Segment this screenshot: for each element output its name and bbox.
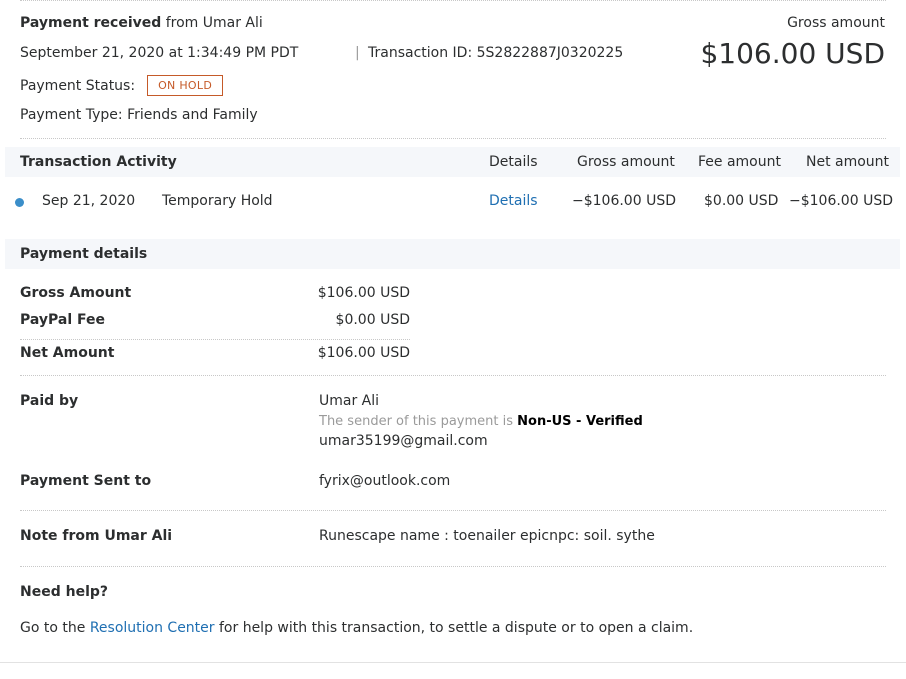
transaction-id: Transaction ID: 5S2822887J0320225 [368, 45, 624, 61]
note-label: Note from Umar Ali [20, 528, 173, 544]
column-net-amount: Net amount [806, 154, 890, 170]
help-text-after: for help with this transaction, to settl… [219, 620, 694, 636]
sender-verification-note: The sender of this payment is Non-US - V… [319, 414, 643, 429]
net-amount-value: $106.00 USD [317, 345, 410, 361]
gross-amount-row-label: Gross Amount [20, 285, 132, 301]
paypal-fee-value: $0.00 USD [335, 312, 410, 328]
gross-amount-row-value: $106.00 USD [317, 285, 410, 301]
paypal-fee-label: PayPal Fee [20, 312, 106, 328]
activity-description: Temporary Hold [162, 193, 273, 209]
amount-divider [20, 339, 410, 340]
column-fee-amount: Fee amount [698, 154, 781, 170]
sender-status: Non-US - Verified [517, 414, 643, 429]
note-text: Runescape name : toenailer epicnpc: soil… [319, 528, 655, 544]
net-amount-label: Net Amount [20, 345, 115, 361]
column-details: Details [489, 154, 538, 170]
status-badge: ON HOLD [147, 75, 224, 96]
status-dot-icon [15, 198, 24, 207]
status-label: Payment Status: [20, 77, 136, 94]
payment-received-heading: Payment received from Umar Ali [20, 15, 263, 31]
help-text-before: Go to the [20, 620, 86, 636]
activity-fee: $0.00 USD [704, 193, 779, 209]
transaction-activity-title: Transaction Activity [20, 154, 177, 170]
activity-date: Sep 21, 2020 [42, 193, 136, 209]
details-link[interactable]: Details [489, 193, 538, 209]
amounts-divider [20, 375, 886, 376]
transaction-activity-header: Transaction Activity Details Gross amoun… [5, 147, 900, 177]
paid-by-label: Paid by [20, 393, 79, 409]
sender-note-prefix: The sender of this payment is [319, 414, 513, 429]
bottom-divider [0, 662, 906, 663]
payer-email: umar35199@gmail.com [319, 433, 488, 449]
recipient-divider [20, 510, 886, 511]
column-gross-amount: Gross amount [577, 154, 675, 170]
payer-name: Umar Ali [319, 393, 380, 409]
note-divider [20, 566, 886, 567]
recipient-email: fyrix@outlook.com [319, 473, 451, 489]
payment-sent-to-label: Payment Sent to [20, 473, 152, 489]
gross-amount-label: Gross amount [787, 15, 885, 31]
help-text: Go to the Resolution Center for help wit… [20, 620, 693, 636]
activity-net: −$106.00 USD [789, 193, 893, 209]
transaction-date: September 21, 2020 at 1:34:49 PM PDT [20, 45, 299, 61]
top-divider [20, 0, 886, 1]
payment-type: Payment Type: Friends and Family [20, 107, 258, 123]
table-row: Sep 21, 2020 Temporary Hold Details −$10… [0, 193, 906, 215]
payment-status-row: Payment Status: ON HOLD [20, 75, 224, 96]
payment-details-header: Payment details [5, 239, 900, 269]
gross-amount-value: $106.00 USD [700, 37, 885, 70]
activity-gross: −$106.00 USD [572, 193, 676, 209]
header-divider [20, 138, 886, 139]
received-from-text: from Umar Ali [165, 15, 263, 31]
need-help-title: Need help? [20, 584, 109, 600]
received-bold-text: Payment received [20, 15, 162, 31]
resolution-center-link[interactable]: Resolution Center [90, 620, 215, 636]
header-separator: | [355, 45, 360, 61]
payment-details-title: Payment details [20, 246, 148, 262]
